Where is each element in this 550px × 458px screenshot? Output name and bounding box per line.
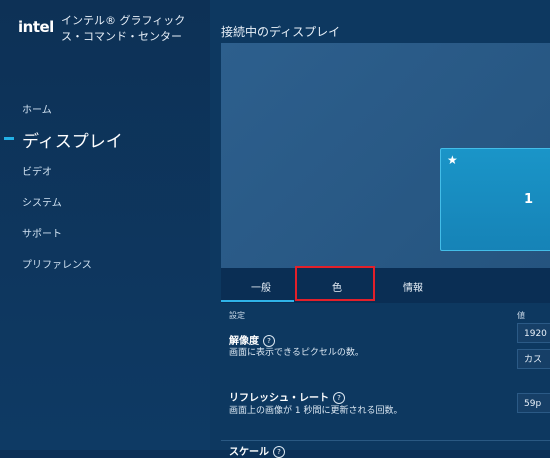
sidebar-item-support[interactable]: サポート [22,225,62,240]
tab-underline [221,300,294,302]
resolution-select[interactable]: 1920 [517,323,550,343]
setting-scale-title: スケール? [229,443,285,458]
sidebar-item-system[interactable]: システム [22,194,62,209]
tab-bar: 一般 色 情報 [221,268,550,303]
sidebar-item-display[interactable]: ディスプレイ [22,127,123,152]
help-icon[interactable]: ? [273,446,285,458]
active-indicator [4,137,14,140]
settings-header-value: 値 [517,311,525,320]
sidebar: intel インテル® グラフィックス・コマンド・センター ホーム ディスプレイ… [0,0,210,450]
setting-refresh-title: リフレッシュ・レート? [229,389,345,404]
scale-label: スケール [229,447,269,458]
section-title: 接続中のディスプレイ [221,25,341,39]
sidebar-item-video[interactable]: ビデオ [22,163,52,178]
highlight-box-color-tab [295,266,375,301]
monitor-number: 1 [524,192,534,207]
setting-refresh-desc: 画面上の画像が 1 秒間に更新される回数。 [229,406,403,416]
intel-logo: intel [18,18,54,36]
display-preview: ★ 1 [221,43,550,268]
sidebar-item-preferences[interactable]: プリファレンス [22,256,92,271]
custom-resolution-button[interactable]: カス [517,349,550,369]
tab-general[interactable]: 一般 [251,279,271,294]
star-icon: ★ [447,153,458,167]
setting-resolution-desc: 画面に表示できるピクセルの数。 [229,348,364,358]
tab-info[interactable]: 情報 [403,279,423,294]
app-title: インテル® グラフィックス・コマンド・センター [61,14,186,43]
settings-header-setting: 設定 [229,311,245,320]
sidebar-item-home[interactable]: ホーム [22,101,52,116]
monitor-1[interactable]: ★ 1 [440,148,550,251]
refresh-rate-select[interactable]: 59p [517,393,550,413]
divider [221,440,550,441]
main-panel: 接続中のディスプレイ ★ 1 一般 色 情報 設定 値 解像度? 画面に表示でき… [210,0,550,458]
